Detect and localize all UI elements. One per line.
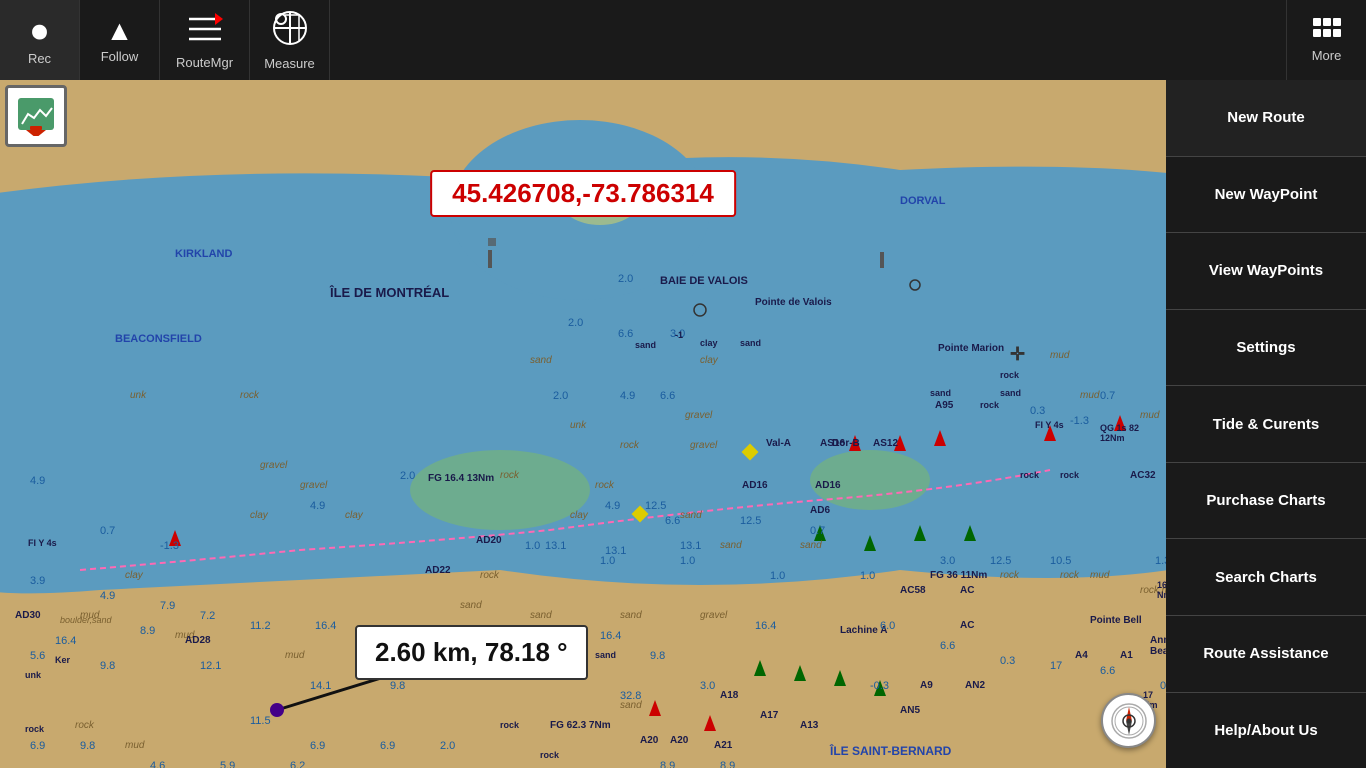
distance-text: 2.60 km, 78.18 °	[375, 637, 568, 667]
tide-currents-button[interactable]: Tide & Curents	[1166, 386, 1366, 463]
measure-button[interactable]: Measure	[250, 0, 330, 80]
search-charts-button[interactable]: Search Charts	[1166, 539, 1366, 616]
more-label: More	[1312, 48, 1342, 63]
tide-currents-label: Tide & Curents	[1213, 416, 1319, 433]
ile-saint-bernard-label: ÎLE SAINT-BERNARD	[830, 744, 951, 758]
follow-icon: ▲	[106, 17, 134, 45]
lachine-a-label: Lachine A	[840, 625, 887, 636]
baie-valois-label: BAIE DE VALOIS	[660, 275, 748, 287]
rec-button[interactable]: ⏺ Rec	[0, 0, 80, 80]
kirkland-label: KIRKLAND	[175, 248, 232, 260]
purchase-charts-label: Purchase Charts	[1206, 492, 1325, 509]
rec-label: Rec	[28, 51, 51, 66]
measure-icon	[271, 9, 309, 52]
more-icon	[1313, 18, 1341, 44]
follow-button[interactable]: ▲ Follow	[80, 0, 160, 80]
search-charts-label: Search Charts	[1215, 569, 1317, 586]
rec-icon: ⏺	[31, 15, 47, 47]
dorval-label: DORVAL	[900, 195, 945, 207]
settings-label: Settings	[1236, 339, 1295, 356]
routemgr-button[interactable]: RouteMgr	[160, 0, 250, 80]
map[interactable]: ✛ POINTE-CLAIRE DORVAL KIRKLAND ÎLE DE M…	[0, 80, 1166, 768]
new-route-label: New Route	[1227, 109, 1305, 126]
coordinates-display: 45.426708,-73.786314	[430, 170, 736, 217]
pointe-valois-label: Pointe de Valois	[755, 297, 832, 308]
toolbar: ⏺ Rec ▲ Follow RouteMgr	[0, 0, 1366, 80]
pointe-bell-label: Pointe Bell	[1090, 615, 1142, 626]
measure-label: Measure	[264, 56, 315, 71]
help-about-label: Help/About Us	[1214, 722, 1317, 739]
coordinates-text: 45.426708,-73.786314	[452, 178, 714, 208]
new-waypoint-button[interactable]: New WayPoint	[1166, 157, 1366, 234]
view-waypoints-label: View WayPoints	[1209, 262, 1323, 279]
follow-label: Follow	[101, 49, 139, 64]
svg-text:✛: ✛	[1010, 344, 1025, 364]
route-assistance-label: Route Assistance	[1203, 645, 1328, 662]
download-chart-button[interactable]	[5, 85, 67, 147]
compass-button[interactable]	[1101, 693, 1156, 748]
new-waypoint-label: New WayPoint	[1215, 186, 1318, 203]
route-assistance-button[interactable]: Route Assistance	[1166, 616, 1366, 693]
routemgr-icon	[185, 11, 225, 51]
new-route-button[interactable]: New Route	[1166, 80, 1366, 157]
beaconsfield-label: BEACONSFIELD	[115, 333, 202, 345]
routemgr-label: RouteMgr	[176, 55, 233, 70]
help-about-button[interactable]: Help/About Us	[1166, 693, 1366, 768]
sidebar: New Route New WayPoint View WayPoints Se…	[1166, 80, 1366, 768]
settings-button[interactable]: Settings	[1166, 310, 1366, 387]
ile-montreal-label: ÎLE DE MONTRÉAL	[330, 285, 449, 300]
pointe-marion-label: Pointe Marion	[938, 343, 1004, 354]
distance-tooltip: 2.60 km, 78.18 °	[355, 625, 588, 680]
view-waypoints-button[interactable]: View WayPoints	[1166, 233, 1366, 310]
more-button[interactable]: More	[1286, 0, 1366, 80]
purchase-charts-button[interactable]: Purchase Charts	[1166, 463, 1366, 540]
annabelle-beach-label: Annabelle-Beach	[1150, 635, 1166, 657]
